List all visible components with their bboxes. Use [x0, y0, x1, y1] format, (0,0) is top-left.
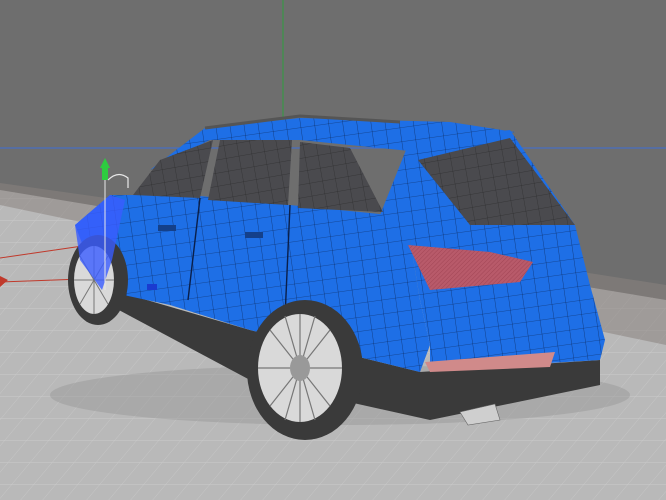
scene-canvas[interactable] — [0, 0, 666, 500]
blue-marker — [147, 284, 157, 290]
door-handle-front — [158, 225, 176, 231]
window-middle-wire — [208, 140, 292, 205]
3d-viewport[interactable] — [0, 0, 666, 500]
door-handle-rear — [245, 232, 263, 238]
rear-wheel — [247, 300, 363, 440]
gizmo-handle[interactable] — [102, 168, 108, 180]
